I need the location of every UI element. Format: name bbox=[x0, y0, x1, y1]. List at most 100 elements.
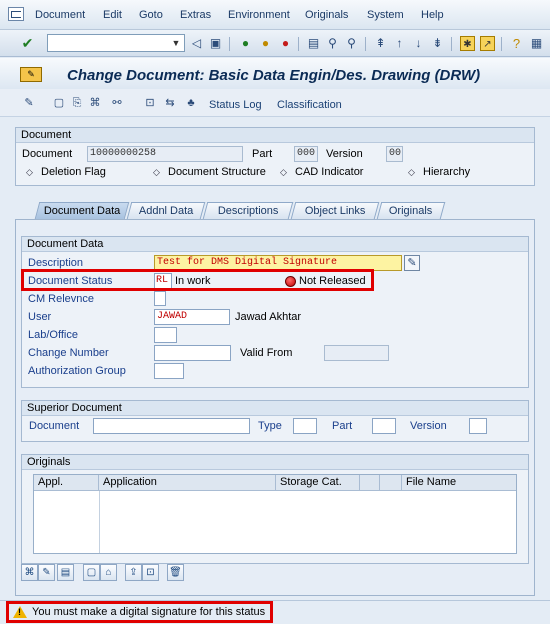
tab-object-links-label: Object Links bbox=[304, 205, 366, 217]
menu-document[interactable]: Document bbox=[35, 9, 85, 21]
new-session-icon[interactable]: ✱ bbox=[460, 36, 475, 51]
find-next-icon[interactable]: ⚲ bbox=[344, 36, 359, 51]
binoculars-icon[interactable]: ⚯ bbox=[110, 96, 124, 110]
document-structure-diamond-icon: ◇ bbox=[153, 167, 160, 177]
new-document-icon[interactable]: ▢ bbox=[52, 96, 66, 110]
lab-office-field[interactable] bbox=[154, 327, 177, 343]
page-title: Change Document: Basic Data Engin/Des. D… bbox=[67, 67, 481, 84]
column-header-application[interactable]: Application bbox=[99, 475, 276, 491]
chevron-down-icon[interactable]: ▼ bbox=[170, 37, 182, 49]
deletion-flag-diamond-icon: ◇ bbox=[26, 167, 33, 177]
tab-originals[interactable]: Originals bbox=[376, 202, 446, 219]
hierarchy-icon[interactable]: ♣ bbox=[184, 96, 198, 110]
find-icon[interactable]: ⚲ bbox=[325, 36, 340, 51]
originals-open-icon[interactable]: ⌂ bbox=[100, 564, 117, 581]
originals-checkin-icon[interactable]: ⇪ bbox=[125, 564, 142, 581]
tab-document-data[interactable]: Document Data bbox=[34, 202, 130, 219]
user-label[interactable]: User bbox=[28, 311, 51, 323]
tab-descriptions[interactable]: Descriptions bbox=[202, 202, 294, 219]
edit-long-text-icon[interactable]: ✎ bbox=[404, 255, 420, 271]
column-header-blank-1[interactable] bbox=[360, 475, 380, 491]
triangle-left-icon[interactable]: ◁ bbox=[189, 36, 204, 51]
column-header-blank-2[interactable] bbox=[380, 475, 402, 491]
tab-addnl-data-label: Addnl Data bbox=[138, 205, 194, 217]
previous-page-icon[interactable]: ↑ bbox=[392, 36, 407, 51]
originals-table: Appl. Application Storage Cat. File Name bbox=[33, 474, 517, 554]
tab-originals-label: Originals bbox=[389, 205, 433, 217]
tab-object-links[interactable]: Object Links bbox=[290, 202, 380, 219]
lab-office-label[interactable]: Lab/Office bbox=[28, 329, 78, 341]
authorization-group-label[interactable]: Authorization Group bbox=[28, 365, 126, 377]
document-number-field[interactable]: 10000000258 bbox=[87, 146, 243, 162]
valid-from-label: Valid From bbox=[240, 347, 293, 359]
save-icon[interactable]: ▣ bbox=[208, 36, 223, 51]
change-number-field[interactable] bbox=[154, 345, 231, 361]
user-field[interactable]: JAWAD bbox=[154, 309, 230, 325]
originals-delete-icon[interactable]: 🗑 bbox=[167, 564, 184, 581]
authorization-group-field[interactable] bbox=[154, 363, 184, 379]
description-label[interactable]: Description bbox=[28, 257, 83, 269]
menu-environment[interactable]: Environment bbox=[228, 9, 290, 21]
display-change-icon[interactable]: ✎ bbox=[20, 67, 42, 82]
column-header-storage-cat[interactable]: Storage Cat. bbox=[276, 475, 360, 491]
document-label: Document bbox=[22, 148, 73, 160]
sap-menu-icon[interactable] bbox=[8, 7, 24, 21]
superior-type-label[interactable]: Type bbox=[258, 420, 282, 432]
menu-bar: Document Edit Goto Extras Environment Or… bbox=[0, 0, 550, 30]
display-change-toggle-icon[interactable]: ✎ bbox=[22, 96, 36, 110]
cm-relevance-label[interactable]: CM Relevnce bbox=[28, 293, 94, 305]
superior-document-label[interactable]: Document bbox=[29, 420, 79, 432]
originals-new-icon[interactable]: ▢ bbox=[83, 564, 100, 581]
next-page-icon[interactable]: ↓ bbox=[411, 36, 426, 51]
menu-help[interactable]: Help bbox=[421, 9, 444, 21]
layout-menu-icon[interactable]: ▦ bbox=[529, 36, 544, 51]
originals-display-icon[interactable]: ▤ bbox=[57, 564, 74, 581]
change-number-label[interactable]: Change Number bbox=[28, 347, 109, 359]
classification-button[interactable]: Classification bbox=[277, 99, 342, 111]
version-field[interactable]: 00 bbox=[386, 146, 403, 162]
status-log-button[interactable]: Status Log bbox=[209, 99, 262, 111]
superior-version-label[interactable]: Version bbox=[410, 420, 447, 432]
originals-search-icon[interactable]: ⊡ bbox=[142, 564, 159, 581]
superior-part-field[interactable] bbox=[372, 418, 396, 434]
menu-goto[interactable]: Goto bbox=[139, 9, 163, 21]
hierarchy-diamond-icon: ◇ bbox=[408, 167, 415, 177]
originals-group-title: Originals bbox=[22, 455, 528, 470]
part-field[interactable]: 000 bbox=[294, 146, 318, 162]
print-icon[interactable]: ▤ bbox=[306, 36, 321, 51]
column-header-file-name[interactable]: File Name bbox=[402, 475, 516, 491]
document-data-group-title: Document Data bbox=[22, 237, 528, 252]
cad-indicator-label: CAD Indicator bbox=[295, 166, 364, 178]
originals-edit-icon[interactable]: ✎ bbox=[38, 564, 55, 581]
menu-extras[interactable]: Extras bbox=[180, 9, 211, 21]
shortcut-icon[interactable]: ↗ bbox=[480, 36, 495, 51]
cancel-icon[interactable]: ● bbox=[278, 36, 293, 51]
superior-type-field[interactable] bbox=[293, 418, 317, 434]
deletion-flag-label: Deletion Flag bbox=[41, 166, 106, 178]
toolbar-separator bbox=[365, 37, 366, 51]
enter-checkmark-icon[interactable]: ✔ bbox=[20, 36, 35, 51]
zoom-icon[interactable]: ⊡ bbox=[143, 96, 157, 110]
exit-icon[interactable]: ● bbox=[258, 36, 273, 51]
command-field[interactable]: ▼ bbox=[47, 34, 185, 52]
menu-system[interactable]: System bbox=[367, 9, 404, 21]
link-icon[interactable]: ⌘ bbox=[88, 96, 102, 110]
part-label: Part bbox=[252, 148, 273, 160]
move-icon[interactable]: ⇆ bbox=[163, 96, 177, 110]
originals-link-icon[interactable]: ⌘ bbox=[21, 564, 38, 581]
menu-edit[interactable]: Edit bbox=[103, 9, 122, 21]
superior-document-field[interactable] bbox=[93, 418, 250, 434]
toolbar-separator bbox=[451, 37, 452, 51]
column-header-appl[interactable]: Appl. bbox=[34, 475, 99, 491]
tab-addnl-data[interactable]: Addnl Data bbox=[126, 202, 206, 219]
help-icon[interactable]: ? bbox=[509, 36, 524, 51]
first-page-icon[interactable]: ⇞ bbox=[373, 36, 388, 51]
last-page-icon[interactable]: ⇟ bbox=[430, 36, 445, 51]
superior-part-label[interactable]: Part bbox=[332, 420, 352, 432]
copy-icon[interactable]: ⎘ bbox=[70, 96, 84, 110]
menu-originals[interactable]: Originals bbox=[305, 9, 348, 21]
cm-relevance-checkbox[interactable] bbox=[154, 291, 166, 306]
column-divider bbox=[99, 491, 100, 553]
back-icon[interactable]: ● bbox=[238, 36, 253, 51]
superior-version-field[interactable] bbox=[469, 418, 487, 434]
